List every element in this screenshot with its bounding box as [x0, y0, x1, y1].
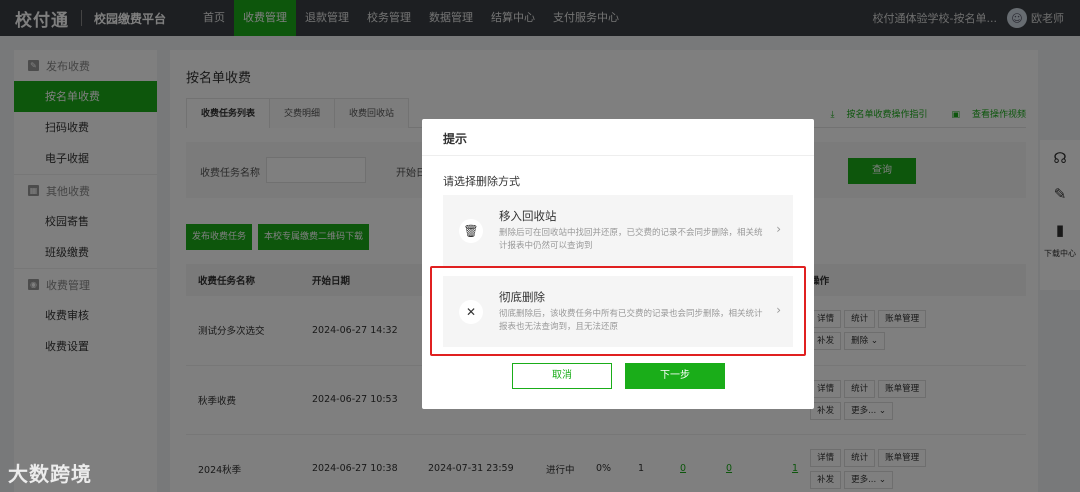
option-title: 移入回收站 — [499, 209, 557, 223]
delete-dialog: 提示 请选择删除方式 🗑 移入回收站 删除后可在回收站中找回并还原，已交费的记录… — [422, 119, 814, 409]
next-step-button[interactable]: 下一步 — [625, 363, 725, 389]
option-description: 删除后可在回收站中找回并还原，已交费的记录不会同步删除，相关统计报表中仍然可以查… — [499, 228, 763, 251]
highlight-box — [430, 266, 806, 356]
trash-icon: 🗑 — [459, 219, 483, 243]
move-to-recycle-option[interactable]: 🗑 移入回收站 删除后可在回收站中找回并还原，已交费的记录不会同步删除，相关统计… — [443, 195, 793, 266]
dialog-divider — [422, 155, 814, 156]
cancel-button[interactable]: 取消 — [512, 363, 612, 389]
dialog-title: 提示 — [443, 132, 468, 146]
watermark-text: 大数跨境 — [8, 462, 92, 486]
chevron-right-icon: › — [776, 222, 781, 236]
dialog-subtitle: 请选择删除方式 — [443, 175, 520, 188]
